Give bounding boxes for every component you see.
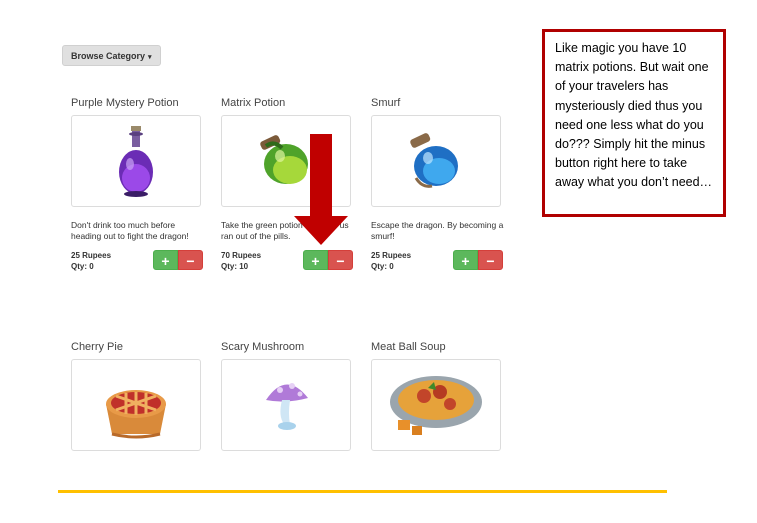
- price-value: 70 Rupees: [221, 251, 262, 260]
- instruction-callout: Like magic you have 10 matrix potions. B…: [542, 29, 726, 217]
- cherry-pie-icon: [106, 390, 166, 439]
- meatball-soup-icon: [390, 376, 482, 435]
- product-title[interactable]: Purple Mystery Potion: [71, 97, 179, 109]
- price-value: 25 Rupees: [371, 251, 412, 260]
- product-price: 25 Rupees Qty: 0: [71, 250, 111, 272]
- product-description: Escape the dragon. By becoming a smurf!: [371, 220, 504, 241]
- decrement-button[interactable]: −: [478, 250, 503, 270]
- product-title[interactable]: Scary Mushroom: [221, 341, 304, 353]
- quantity-stepper: + −: [153, 250, 203, 270]
- product-price: 25 Rupees Qty: 0: [371, 250, 411, 272]
- quantity-stepper: + −: [453, 250, 503, 270]
- product-price: 70 Rupees Qty: 10: [221, 250, 261, 272]
- product-title[interactable]: Cherry Pie: [71, 341, 123, 353]
- product-image[interactable]: [221, 115, 351, 207]
- browse-category-label: Browse Category: [71, 51, 146, 61]
- decrement-button[interactable]: −: [178, 250, 203, 270]
- product-image[interactable]: [71, 115, 201, 207]
- quantity-value: Qty: 10: [221, 262, 249, 271]
- decrement-button[interactable]: −: [328, 250, 353, 270]
- quantity-value: Qty: 0: [371, 262, 394, 271]
- increment-button[interactable]: +: [303, 250, 328, 270]
- price-value: 25 Rupees: [71, 251, 112, 260]
- blue-potion-icon: [410, 133, 458, 188]
- quantity-stepper: + −: [303, 250, 353, 270]
- caret-down-icon: ▾: [148, 54, 152, 61]
- green-potion-icon: [260, 135, 308, 184]
- product-title[interactable]: Matrix Potion: [221, 97, 285, 109]
- quantity-value: Qty: 0: [71, 262, 94, 271]
- product-title[interactable]: Meat Ball Soup: [371, 341, 446, 353]
- slide-divider: [58, 490, 667, 493]
- product-image[interactable]: [371, 359, 501, 451]
- product-image[interactable]: [221, 359, 351, 451]
- product-description: Don't drink too much before heading out …: [71, 220, 189, 241]
- purple-potion-icon: [119, 126, 153, 197]
- product-image[interactable]: [371, 115, 501, 207]
- mushroom-icon: [266, 383, 308, 430]
- increment-button[interactable]: +: [453, 250, 478, 270]
- browse-category-dropdown[interactable]: Browse Category ▾: [62, 45, 161, 66]
- callout-text: Like magic you have 10 matrix potions. B…: [555, 41, 713, 190]
- product-title[interactable]: Smurf: [371, 97, 400, 109]
- increment-button[interactable]: +: [153, 250, 178, 270]
- product-description: Take the green potion because us ran out…: [221, 220, 349, 241]
- product-image[interactable]: [71, 359, 201, 451]
